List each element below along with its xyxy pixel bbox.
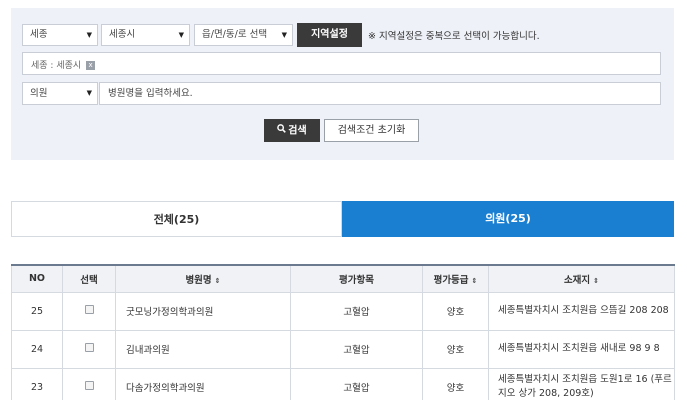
type-select[interactable]: 의원 ▼ [22,82,98,105]
dropdown-arrow-icon: ▼ [178,31,184,39]
hospital-name-placeholder: 병원명을 입력하세요. [108,88,193,99]
row-item: 고혈압 [290,329,423,369]
row-grade: 양호 [422,367,489,400]
search-button-label: 검색 [288,125,307,137]
region-chip: 세종 : 세종시 x [31,58,96,71]
eupmyeondong-select[interactable]: 읍/면/동/로 선택 ▼ [194,24,293,46]
sido-select-value: 세종 [30,29,48,40]
row-address: 세종특별자치시 조치원읍 으뜸길 208 208 [488,291,675,331]
row-checkbox[interactable] [84,343,94,352]
table-header-row: NO 선택 병원명 ⇕ 평가항목 평가등급 ⇕ 소재지 ⇕ [11,264,675,293]
selected-regions-box: 세종 : 세종시 x [22,52,661,75]
search-icon [277,119,287,142]
row-select-cell [62,329,116,369]
row-item: 고혈압 [290,367,423,400]
row-checkbox[interactable] [84,381,94,390]
eupmyeondong-select-value: 읍/면/동/로 선택 [202,29,268,40]
sido-select[interactable]: 세종 ▼ [22,24,98,46]
row-hospital-name[interactable]: 김내과의원 [115,329,291,369]
sort-icon[interactable]: ⇕ [215,277,221,285]
header-grade-label: 평가등급 [433,274,469,286]
row-address: 세종특별자치시 조치원읍 도원1로 16 (푸르지오 상가 208, 209호) [488,367,675,400]
results-table: NO 선택 병원명 ⇕ 평가항목 평가등급 ⇕ 소재지 ⇕ 25 굿모닝가정의학과의원… [11,264,675,400]
row-checkbox[interactable] [84,305,94,314]
row-hospital-name[interactable]: 다솜가정의학과의원 [115,367,291,400]
row-select-cell [62,367,116,400]
reset-button[interactable]: 검색조건 초기화 [324,119,419,142]
sort-icon[interactable]: ⇕ [593,277,599,285]
row-no: 25 [11,291,63,331]
row-select-cell [62,291,116,331]
region-chip-label: 세종 : 세종시 [31,61,82,71]
row-no: 24 [11,329,63,369]
remove-chip-icon[interactable]: x [86,61,96,70]
header-address[interactable]: 소재지 ⇕ [488,264,675,293]
hospital-name-input[interactable]: 병원명을 입력하세요. [99,82,661,105]
tab-clinic[interactable]: 의원(25) [342,201,674,237]
type-select-value: 의원 [30,88,48,99]
region-set-button[interactable]: 지역설정 [297,23,362,47]
header-address-label: 소재지 [563,274,591,286]
sigungu-select-value: 세종시 [109,29,136,40]
header-select: 선택 [62,264,116,293]
table-row: 24 김내과의원 고혈압 양호 세종특별자치시 조치원읍 새내로 98 9 8 [11,329,675,369]
region-note: ※ 지역설정은 중복으로 선택이 가능합니다. [368,31,540,42]
header-grade[interactable]: 평가등급 ⇕ [422,264,489,293]
search-button[interactable]: 검색 [264,119,320,142]
sigungu-select[interactable]: 세종시 ▼ [101,24,190,46]
row-address: 세종특별자치시 조치원읍 새내로 98 9 8 [488,329,675,369]
tab-all[interactable]: 전체(25) [11,201,342,237]
dropdown-arrow-icon: ▼ [86,89,92,97]
row-no: 23 [11,367,63,400]
header-name[interactable]: 병원명 ⇕ [115,264,291,293]
row-grade: 양호 [422,329,489,369]
row-grade: 양호 [422,291,489,331]
header-item: 평가항목 [290,264,423,293]
header-name-label: 병원명 [185,274,212,286]
header-no: NO [11,264,63,293]
table-row: 25 굿모닝가정의학과의원 고혈압 양호 세종특별자치시 조치원읍 으뜸길 20… [11,291,675,331]
table-row: 23 다솜가정의학과의원 고혈압 양호 세종특별자치시 조치원읍 도원1로 16… [11,367,675,400]
sort-icon[interactable]: ⇕ [472,277,478,285]
row-item: 고혈압 [290,291,423,331]
row-hospital-name[interactable]: 굿모닝가정의학과의원 [115,291,291,331]
dropdown-arrow-icon: ▼ [86,31,92,39]
dropdown-arrow-icon: ▼ [281,31,287,39]
